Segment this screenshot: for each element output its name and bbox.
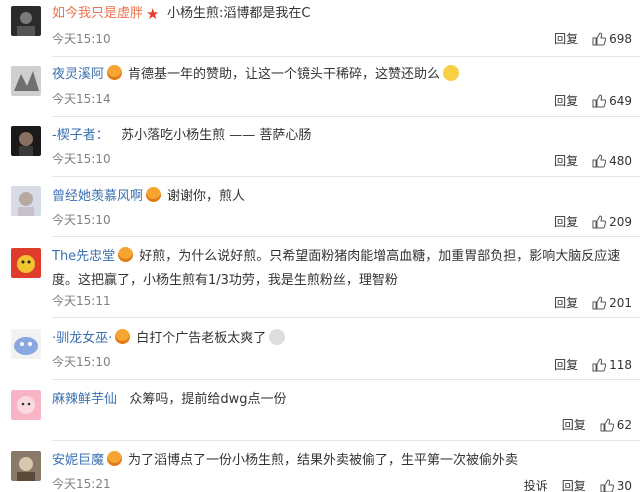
comment-text: 小杨生煎:滔博都是我在C: [167, 6, 311, 21]
username-link[interactable]: The先忠堂: [52, 249, 115, 264]
thumbs-up-icon[interactable]: [592, 215, 607, 229]
comment-text: 苏小落吃小杨生煎 —— 菩萨心肠: [121, 128, 312, 143]
avatar[interactable]: [11, 451, 41, 481]
comment-time: 今天15:10: [52, 355, 111, 369]
divider: [52, 176, 640, 177]
star-icon: ★: [146, 5, 160, 23]
thumbs-up-icon[interactable]: [592, 32, 607, 46]
thumbs-up-icon[interactable]: [592, 296, 607, 310]
comment-text: 为了滔博点了一份小杨生煎，结果外卖被偷了，生平第一次被偷外卖: [128, 453, 519, 468]
crown-badge-icon: [146, 187, 162, 202]
thumbs-up-icon[interactable]: [592, 154, 607, 168]
username-link[interactable]: -楔子者：: [52, 128, 109, 143]
emoji-icon: [443, 65, 460, 81]
divider: [52, 379, 640, 380]
avatar[interactable]: [11, 390, 41, 420]
comment-time: 今天15:10: [52, 213, 111, 227]
crown-badge-icon: [118, 247, 134, 262]
avatar[interactable]: [11, 186, 41, 216]
comment-text: 好煎，为什么说好煎。只希望面粉猪肉能增高血糖，加重胃部负担，影响大脑反应速度。这…: [52, 249, 621, 288]
reply-button[interactable]: 回复: [554, 153, 578, 169]
reply-button[interactable]: 回复: [554, 357, 578, 373]
comment-text: 肯德基一年的赞助，让这一个镜头干稀碎，这赞还助么: [128, 67, 441, 82]
crown-badge-icon: [107, 65, 123, 80]
comment-time: 今天15:11: [52, 294, 111, 308]
avatar[interactable]: [11, 6, 41, 36]
thumbs-up-icon[interactable]: [592, 94, 607, 108]
thumbs-up-icon[interactable]: [600, 418, 614, 432]
comment-time: 今天15:10: [52, 32, 111, 46]
comment-time: 今天15:21: [52, 477, 111, 491]
username-link[interactable]: 安妮巨魔: [52, 453, 104, 468]
username-link[interactable]: 夜灵溪阿: [52, 67, 104, 82]
comment-text: 白打个广告老板太爽了: [136, 331, 267, 346]
reply-button[interactable]: 回复: [554, 214, 578, 230]
thumbs-up-icon[interactable]: [600, 479, 614, 492]
thumbs-up-icon[interactable]: [592, 358, 607, 372]
like-count: 30: [616, 479, 632, 492]
divider: [52, 116, 640, 117]
reply-button[interactable]: 回复: [554, 295, 578, 311]
like-count: 480: [609, 154, 632, 168]
divider: [52, 236, 640, 237]
reply-button[interactable]: 回复: [554, 31, 578, 47]
username-link[interactable]: 曾经她羡慕风啊: [52, 189, 143, 204]
avatar[interactable]: [11, 66, 41, 96]
username-link[interactable]: 如今我只是虚胖: [52, 6, 143, 21]
comment-text: 众筹吗，提前给dwg点一份: [129, 392, 287, 407]
like-count: 201: [609, 296, 632, 310]
username-link[interactable]: ·驯龙女巫·: [52, 331, 112, 346]
like-count: 698: [609, 32, 632, 46]
divider: [52, 56, 640, 57]
avatar[interactable]: [11, 126, 41, 156]
comment-time: 今天15:14: [52, 92, 111, 106]
comment-time: 今天15:10: [52, 152, 111, 166]
avatar[interactable]: [11, 329, 41, 359]
crown-badge-icon: [107, 451, 123, 466]
reply-button[interactable]: 回复: [562, 478, 586, 492]
divider: [52, 317, 640, 318]
like-count: 209: [609, 215, 632, 229]
crown-badge-icon: [115, 329, 131, 344]
emoji-icon: [269, 329, 286, 345]
reply-button[interactable]: 回复: [562, 417, 586, 433]
username-link[interactable]: 麻辣鲜芋仙: [52, 392, 117, 407]
avatar[interactable]: [11, 248, 41, 278]
like-count: 62: [616, 418, 632, 432]
reply-button[interactable]: 回复: [554, 93, 578, 109]
comment-text: 谢谢你，煎人: [167, 189, 246, 204]
report-button[interactable]: 投诉: [524, 478, 548, 492]
like-count: 649: [609, 94, 632, 108]
like-count: 118: [609, 358, 632, 372]
divider: [52, 440, 640, 441]
